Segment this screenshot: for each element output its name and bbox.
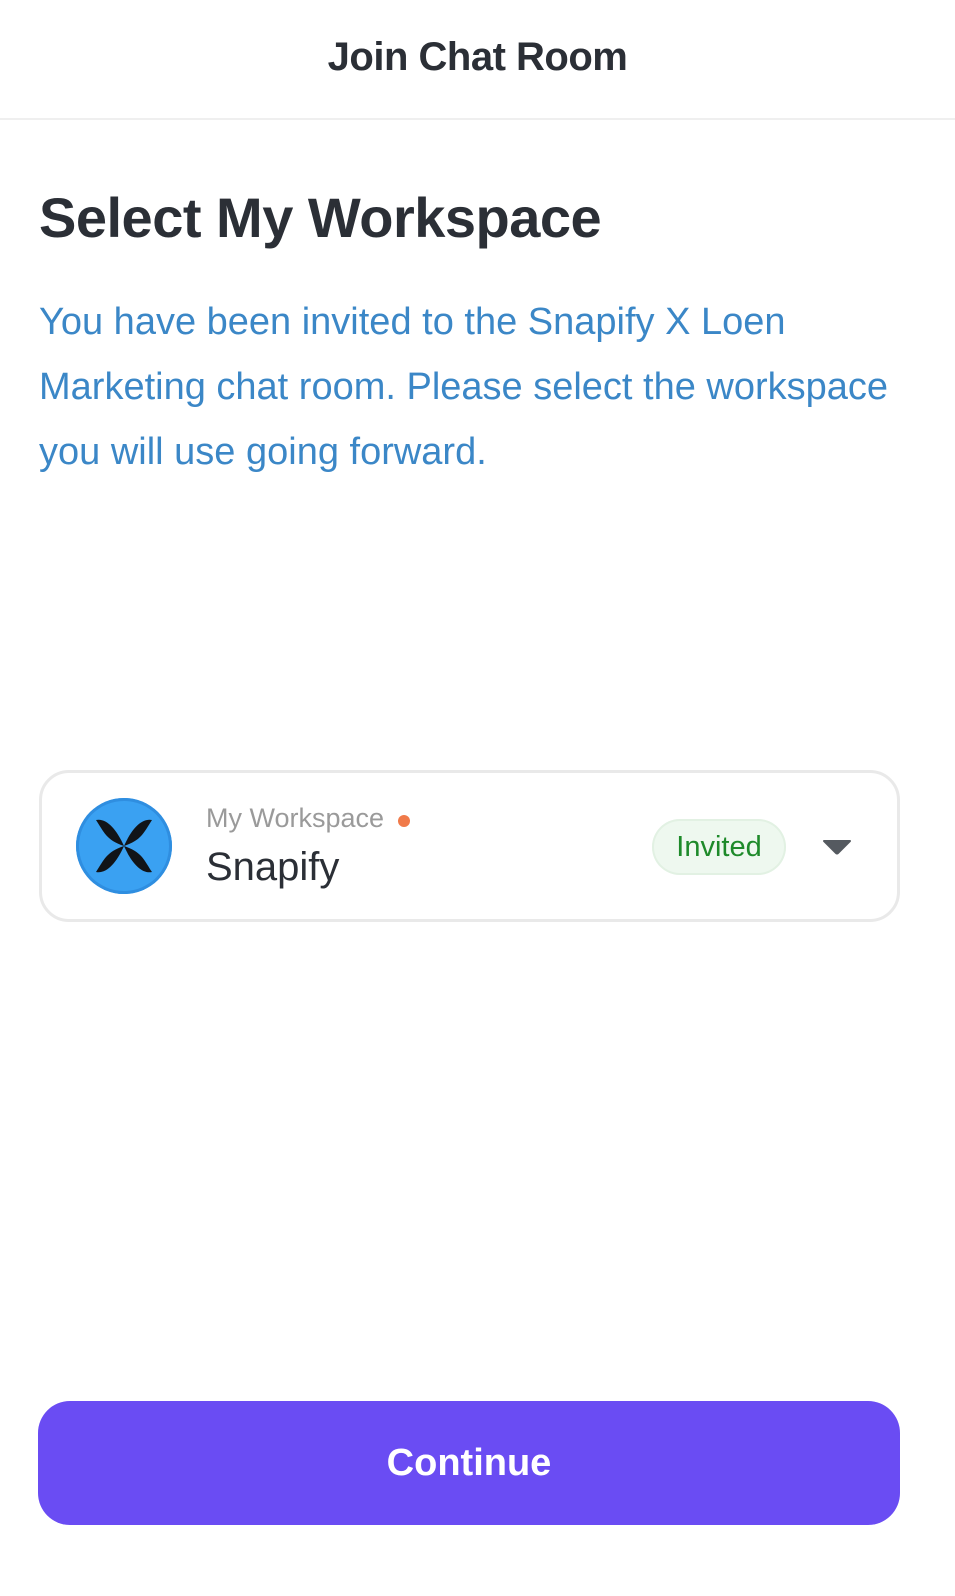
page-title: Select My Workspace xyxy=(39,186,602,249)
workspace-avatar xyxy=(76,798,172,894)
header-bar: Join Chat Room xyxy=(0,0,955,120)
chevron-down-icon[interactable] xyxy=(822,837,852,857)
header-title: Join Chat Room xyxy=(327,34,628,79)
invite-description: You have been invited to the Snapify X L… xyxy=(39,301,889,473)
butterfly-logo-icon xyxy=(96,819,152,873)
workspace-name: Snapify xyxy=(206,845,340,889)
status-badge: Invited xyxy=(652,819,786,875)
continue-button[interactable]: Continue xyxy=(38,1401,900,1525)
workspace-selector[interactable]: My Workspace Snapify Invited xyxy=(39,770,900,922)
workspace-label: My Workspace xyxy=(206,803,385,833)
label-dot-indicator xyxy=(398,815,410,827)
